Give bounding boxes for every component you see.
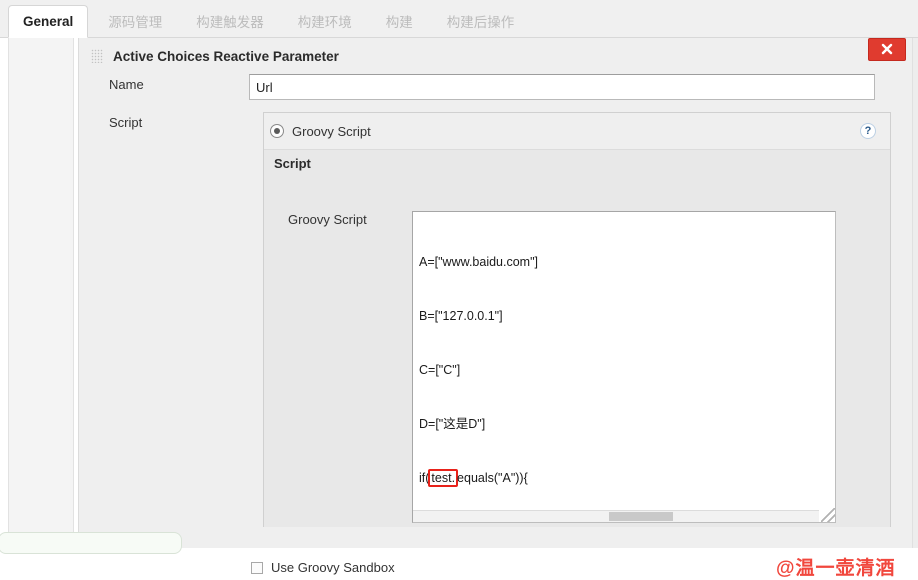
tab-source-management[interactable]: 源码管理 <box>94 7 176 38</box>
active-choices-parameter-panel: Active Choices Reactive Parameter Name S… <box>78 38 913 579</box>
code-horizontal-scrollbar[interactable] <box>413 510 819 522</box>
use-groovy-sandbox-checkbox[interactable] <box>251 561 263 574</box>
code-line: D=["这是D"] <box>419 417 486 431</box>
page-title: Active Choices Reactive Parameter <box>113 48 339 64</box>
tab-build-triggers[interactable]: 构建触发器 <box>182 7 278 38</box>
watermark-text: @温一壶清酒 <box>776 558 896 579</box>
textarea-resize-grip[interactable] <box>821 508 835 522</box>
tab-build-environment[interactable]: 构建环境 <box>284 7 366 38</box>
tab-general-label: General <box>23 14 74 29</box>
groovy-script-textarea[interactable]: A=["www.baidu.com"] B=["127.0.0.1"] C=["… <box>412 211 836 523</box>
code-line: B=["127.0.0.1"] <box>419 309 503 323</box>
tab-post-build-actions-label: 构建后操作 <box>446 15 515 30</box>
groovy-script-radio-label: Groovy Script <box>292 123 371 139</box>
code-line: C=["C"] <box>419 363 461 377</box>
left-gutter-fill <box>9 38 73 548</box>
groovy-script-radio[interactable] <box>270 124 284 138</box>
close-icon <box>881 43 893 55</box>
tab-build-label: 构建 <box>385 15 413 30</box>
use-groovy-sandbox-label: Use Groovy Sandbox <box>271 560 395 575</box>
tab-general[interactable]: General <box>8 5 89 38</box>
name-row: Name <box>79 74 913 100</box>
name-input[interactable] <box>249 74 875 100</box>
tab-build-environment-label: 构建环境 <box>297 15 352 30</box>
code-suffix: equals("A")){ <box>457 471 528 485</box>
close-button[interactable] <box>868 38 906 61</box>
tab-build-triggers-label: 构建触发器 <box>196 15 264 30</box>
tab-build[interactable]: 构建 <box>372 7 427 38</box>
code-scrollbar-thumb[interactable] <box>609 512 673 521</box>
code-line: A=["www.baidu.com"] <box>419 255 538 269</box>
highlight-box: test. <box>428 469 459 487</box>
script-subheader: Script <box>264 149 890 177</box>
tab-post-build-actions[interactable]: 构建后操作 <box>433 7 529 38</box>
code-editor-wrap: A=["www.baidu.com"] B=["127.0.0.1"] C=["… <box>412 211 836 523</box>
code-line-highlighted: if(test. equals("A")){ <box>419 469 829 487</box>
name-label: Name <box>109 77 144 92</box>
use-groovy-sandbox-row[interactable]: Use Groovy Sandbox <box>251 560 395 575</box>
script-label: Script <box>109 115 143 130</box>
tab-source-management-label: 源码管理 <box>108 15 163 30</box>
groovy-script-field-row: Groovy Script A=["www.baidu.com"] B=["12… <box>264 177 890 523</box>
groovy-script-field-label: Groovy Script <box>288 212 367 227</box>
help-circle-icon-top[interactable]: ? <box>860 123 876 139</box>
script-body: Groovy Script A=["www.baidu.com"] B=["12… <box>264 177 890 527</box>
script-block: Groovy Script ? Script Groovy Script A=[… <box>263 112 891 527</box>
drag-grip-icon[interactable] <box>91 49 103 63</box>
tab-bar: General 源码管理 构建触发器 构建环境 构建 构建后操作 <box>0 0 918 38</box>
bottom-left-box <box>0 532 182 554</box>
left-gutter-column <box>8 38 74 548</box>
parameter-header: Active Choices Reactive Parameter <box>79 44 339 68</box>
tab-strip: General 源码管理 构建触发器 构建环境 构建 构建后操作 <box>0 0 534 38</box>
groovy-script-radio-row[interactable]: Groovy Script ? <box>264 113 890 149</box>
